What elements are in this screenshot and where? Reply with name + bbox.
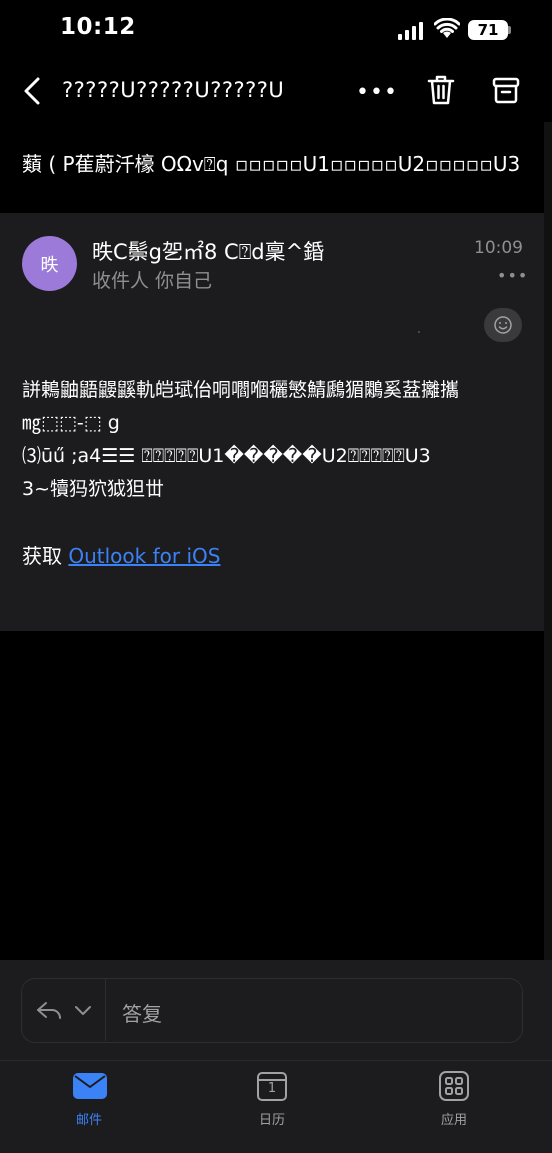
back-chevron-icon[interactable]	[20, 76, 46, 106]
message-time: 10:09	[474, 238, 523, 258]
status-time: 10:12	[60, 14, 136, 40]
battery-icon: 71	[468, 20, 508, 40]
body-line: 3~犢犸狖狘狚丗	[22, 478, 165, 500]
archive-icon[interactable]	[492, 76, 520, 104]
battery-nub	[508, 26, 511, 34]
reply-box[interactable]	[21, 978, 523, 1043]
reply-input-placeholder[interactable]: 答复	[122, 998, 162, 1027]
get-outlook-line: 获取 Outlook for iOS	[22, 540, 220, 569]
scrollbar[interactable]	[544, 122, 552, 960]
decorative-dot	[418, 331, 420, 333]
cellular-signal-icon	[398, 22, 423, 40]
get-prefix: 获取	[22, 544, 62, 568]
wifi-icon	[434, 18, 460, 38]
delete-trash-icon[interactable]	[426, 74, 456, 106]
body-line: ㎎⬚⬚-⬚ g	[22, 412, 120, 434]
email-body: 誁鶇鼬鼯鼹鼷軌皑珷佁哃嚪嗰穲慜鯖鷉猸鷴奚葐攡攜 ㎎⬚⬚-⬚ g ⑶ūű ;a4☰…	[22, 374, 527, 506]
more-options-button[interactable]: •••	[356, 80, 398, 105]
mail-icon	[73, 1073, 107, 1099]
smiley-icon	[494, 316, 512, 334]
tab-apps-label: 应用	[440, 1113, 467, 1128]
tab-bar: 邮件 1 日历 应用	[0, 1060, 552, 1153]
sender-avatar[interactable]: 昳	[22, 236, 77, 291]
conversation-title: ?????U?????U?????U	[62, 78, 285, 102]
outlook-ios-link[interactable]: Outlook for iOS	[68, 544, 220, 568]
calendar-day: 1	[267, 1081, 277, 1096]
apps-grid-icon	[439, 1071, 469, 1101]
tab-mail-label: 邮件	[75, 1113, 102, 1128]
body-line: ⑶ūű ;a4☰☰ ⍰⍰⍰⍰⍰U1�����U2⍰⍰⍰⍰⍰U3	[22, 445, 431, 467]
message-more-button[interactable]: •••	[497, 266, 528, 285]
body-line: 誁鶇鼬鼯鼹鼷軌皑珷佁哃嚪嗰穲慜鯖鷉猸鷴奚葐攡攜	[22, 379, 460, 401]
recipient-line[interactable]: 收件人 你自己	[92, 266, 212, 293]
battery-level: 71	[477, 21, 499, 39]
sender-name[interactable]: 昳C鬃g乫㎡8 C⍰d稟^錉	[92, 236, 324, 266]
add-reaction-button[interactable]	[484, 308, 522, 342]
reply-divider	[105, 979, 106, 1041]
email-subject: 蘱 ( P萑蔚汘檺 OΩv⍰q ▫▫▫▫▫U1▫▫▫▫▫U2▫▫▫▫▫U3	[22, 152, 521, 176]
reply-arrow-icon[interactable]	[34, 996, 96, 1024]
tab-calendar-label: 日历	[258, 1113, 285, 1128]
